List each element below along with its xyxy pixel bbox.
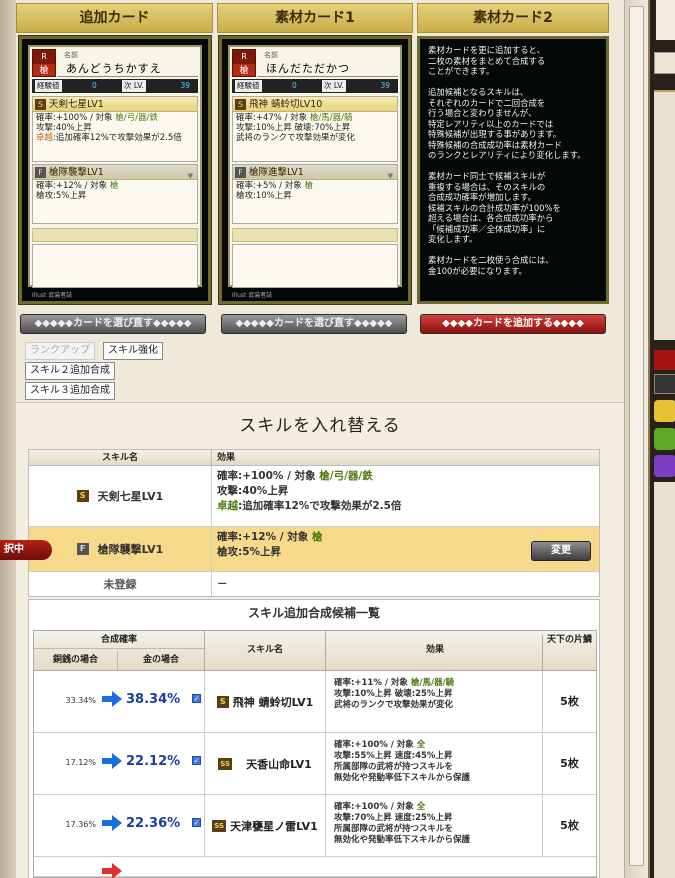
side-gold-icon[interactable] <box>654 400 675 422</box>
skill-enhance-button[interactable]: スキル強化 <box>103 342 163 360</box>
select-checkbox[interactable]: ✓ <box>192 694 201 703</box>
add-card[interactable]: R槍 名前 あんどうちかすえ 経験値 0 次 LV. 39 S 天剣七星LV1 確率:… <box>18 35 212 305</box>
name-box: 名前 ほんだただかつ <box>258 49 398 77</box>
arrow-right-icon <box>102 691 122 707</box>
unit-emblem-icon: R槍 <box>32 49 56 77</box>
swap-row-skill1[interactable]: S 天剣七星LV1 確率:+100% / 対象 槍/弓/器/鉄 攻撃:40%上昇 … <box>29 466 599 527</box>
side-red-button[interactable] <box>654 350 675 370</box>
rank-up-button[interactable]: ランクアップ <box>25 342 95 360</box>
candidate-row[interactable]: 17.12% 22.12% ✓ SS 天香山命LV1 確率:+100% / 対象 … <box>34 733 596 795</box>
grade-badge: S <box>35 99 46 110</box>
grade-badge: S <box>235 99 246 110</box>
side-box <box>656 0 675 40</box>
candidate-row-partial[interactable] <box>34 857 596 878</box>
grade-badge: F <box>235 167 246 178</box>
grade-badge: SS <box>212 819 227 832</box>
card-skill-1: S 飛神 蜻蛉切LV10 確率:+47% / 対象 槍/馬/器/騎 攻撃:10%上… <box>232 96 398 162</box>
add-card-button[interactable]: ◆◆◆◆カードを追加する◆◆◆◆ <box>420 314 606 334</box>
swap-title: スキルを入れ替える <box>239 416 401 436</box>
selecting-tag: 択中 <box>0 540 52 560</box>
material1-card[interactable]: R槍 名前 ほんだただかつ 経験値 0 次 LV. 39 S 飛神 蜻蛉切LV10 確… <box>218 35 412 305</box>
stat-bar: 経験値 0 次 LV. 39 <box>32 79 198 93</box>
swap-table: スキル名 効果 S 天剣七星LV1 確率:+100% / 対象 槍/弓/器/鉄 攻… <box>28 449 600 597</box>
stat-bar: 経験値 0 次 LV. 39 <box>232 79 398 93</box>
empty-skill-area <box>32 244 198 288</box>
candidate-table: 合成確率 銅銭の場合 金の場合 スキル名 効果 天下の片鱗 33.34% 38.… <box>33 630 597 878</box>
candidate-row[interactable]: 17.36% 22.36% ✓ SS 天津甕星ノ雷LV1 確率:+100% / 対… <box>34 795 596 857</box>
skill2-add-button[interactable]: スキル２追加合成 <box>25 362 115 380</box>
material2-description: 素材カードを更に追加すると、 二枚の素材をまとめて合成する ことができます。 追… <box>417 36 609 304</box>
level-value: 39 <box>180 81 190 90</box>
left-frame <box>0 0 16 878</box>
right-side-panel <box>648 0 675 878</box>
swap-row-skill2-selected[interactable]: F 槍隊襲撃LV1 確率:+12% / 対象 槍 槍攻:5%上昇 変更 <box>29 527 599 572</box>
grade-badge: SS <box>218 757 233 770</box>
side-info-panel <box>654 90 675 340</box>
swap-table-header: スキル名 効果 <box>29 450 599 466</box>
grade-badge: F <box>76 543 89 555</box>
side-dark-button[interactable] <box>654 374 675 394</box>
reselect-add-card-button[interactable]: ◆◆◆◆◆カードを選び直す◆◆◆◆◆ <box>20 314 206 334</box>
grade-badge: S <box>216 695 229 708</box>
unit-emblem-icon: R槍 <box>232 49 256 77</box>
scrollbar-thumb[interactable] <box>629 6 644 866</box>
skill3-add-button[interactable]: スキル３追加合成 <box>25 382 115 400</box>
material2-header: 素材カード2 <box>417 3 609 33</box>
exp-value: 0 <box>92 81 97 90</box>
level-value: 39 <box>380 81 390 90</box>
card-skill-2: F 槍隊襲撃LV1 ▼ 確率:+12% / 対象 槍 槍攻:5%上昇 <box>32 164 198 224</box>
dropdown-arrow-icon: ▼ <box>387 172 393 180</box>
select-checkbox[interactable]: ✓ <box>192 818 201 827</box>
card-name: ほんだただかつ <box>266 62 350 75</box>
reselect-material1-button[interactable]: ◆◆◆◆◆カードを選び直す◆◆◆◆◆ <box>221 314 407 334</box>
material1-header: 素材カード1 <box>217 3 413 33</box>
arrow-right-icon <box>102 753 122 769</box>
candidate-row[interactable]: 33.34% 38.34% ✓ S 飛神 蜻蛉切LV1 確率:+11% / 対象 … <box>34 671 596 733</box>
card-skill-2: F 槍隊進撃LV1 ▼ 確率:+5% / 対象 槍 槍攻:10%上昇 <box>232 164 398 224</box>
swap-row-unregistered: 未登録 － <box>29 572 599 596</box>
change-button[interactable]: 変更 <box>531 541 591 561</box>
main-content: 追加カード 素材カード1 素材カード2 R槍 名前 あんどうちかすえ 経験値 0 … <box>0 0 624 878</box>
add-card-header: 追加カード <box>16 3 213 33</box>
side-button[interactable] <box>654 52 675 74</box>
empty-skill-slot <box>232 228 398 242</box>
candidate-list: スキル追加合成候補一覧 合成確率 銅銭の場合 金の場合 スキル名 効果 天下の片… <box>28 599 600 878</box>
dropdown-arrow-icon: ▼ <box>187 172 193 180</box>
empty-skill-slot <box>32 228 198 242</box>
illust-credit: Illust 武装者誌 <box>232 292 273 299</box>
arrow-right-icon <box>102 863 122 878</box>
scrollbar[interactable] <box>624 0 648 878</box>
arrow-right-icon <box>102 815 122 831</box>
card-name: あんどうちかすえ <box>66 62 162 75</box>
grade-badge: F <box>35 167 46 178</box>
side-lower-panel <box>654 482 675 878</box>
grade-badge: S <box>76 490 89 502</box>
empty-skill-area <box>232 244 398 288</box>
candidate-table-header: 合成確率 銅銭の場合 金の場合 スキル名 効果 天下の片鱗 <box>34 631 596 671</box>
select-checkbox[interactable]: ✓ <box>192 756 201 765</box>
exp-value: 0 <box>292 81 297 90</box>
name-box: 名前 あんどうちかすえ <box>58 49 198 77</box>
candidate-list-title: スキル追加合成候補一覧 <box>247 606 380 620</box>
illust-credit: Illust 武装者誌 <box>32 292 73 299</box>
skill-swap-section: スキルを入れ替える スキル名 効果 S 天剣七星LV1 確率:+100% / 対象… <box>0 402 624 878</box>
card-skill-1: S 天剣七星LV1 確率:+100% / 対象 槍/弓/器/鉄 攻撃:40%上昇 … <box>32 96 198 162</box>
side-green-icon[interactable] <box>654 428 675 450</box>
side-purple-icon[interactable] <box>654 455 675 477</box>
